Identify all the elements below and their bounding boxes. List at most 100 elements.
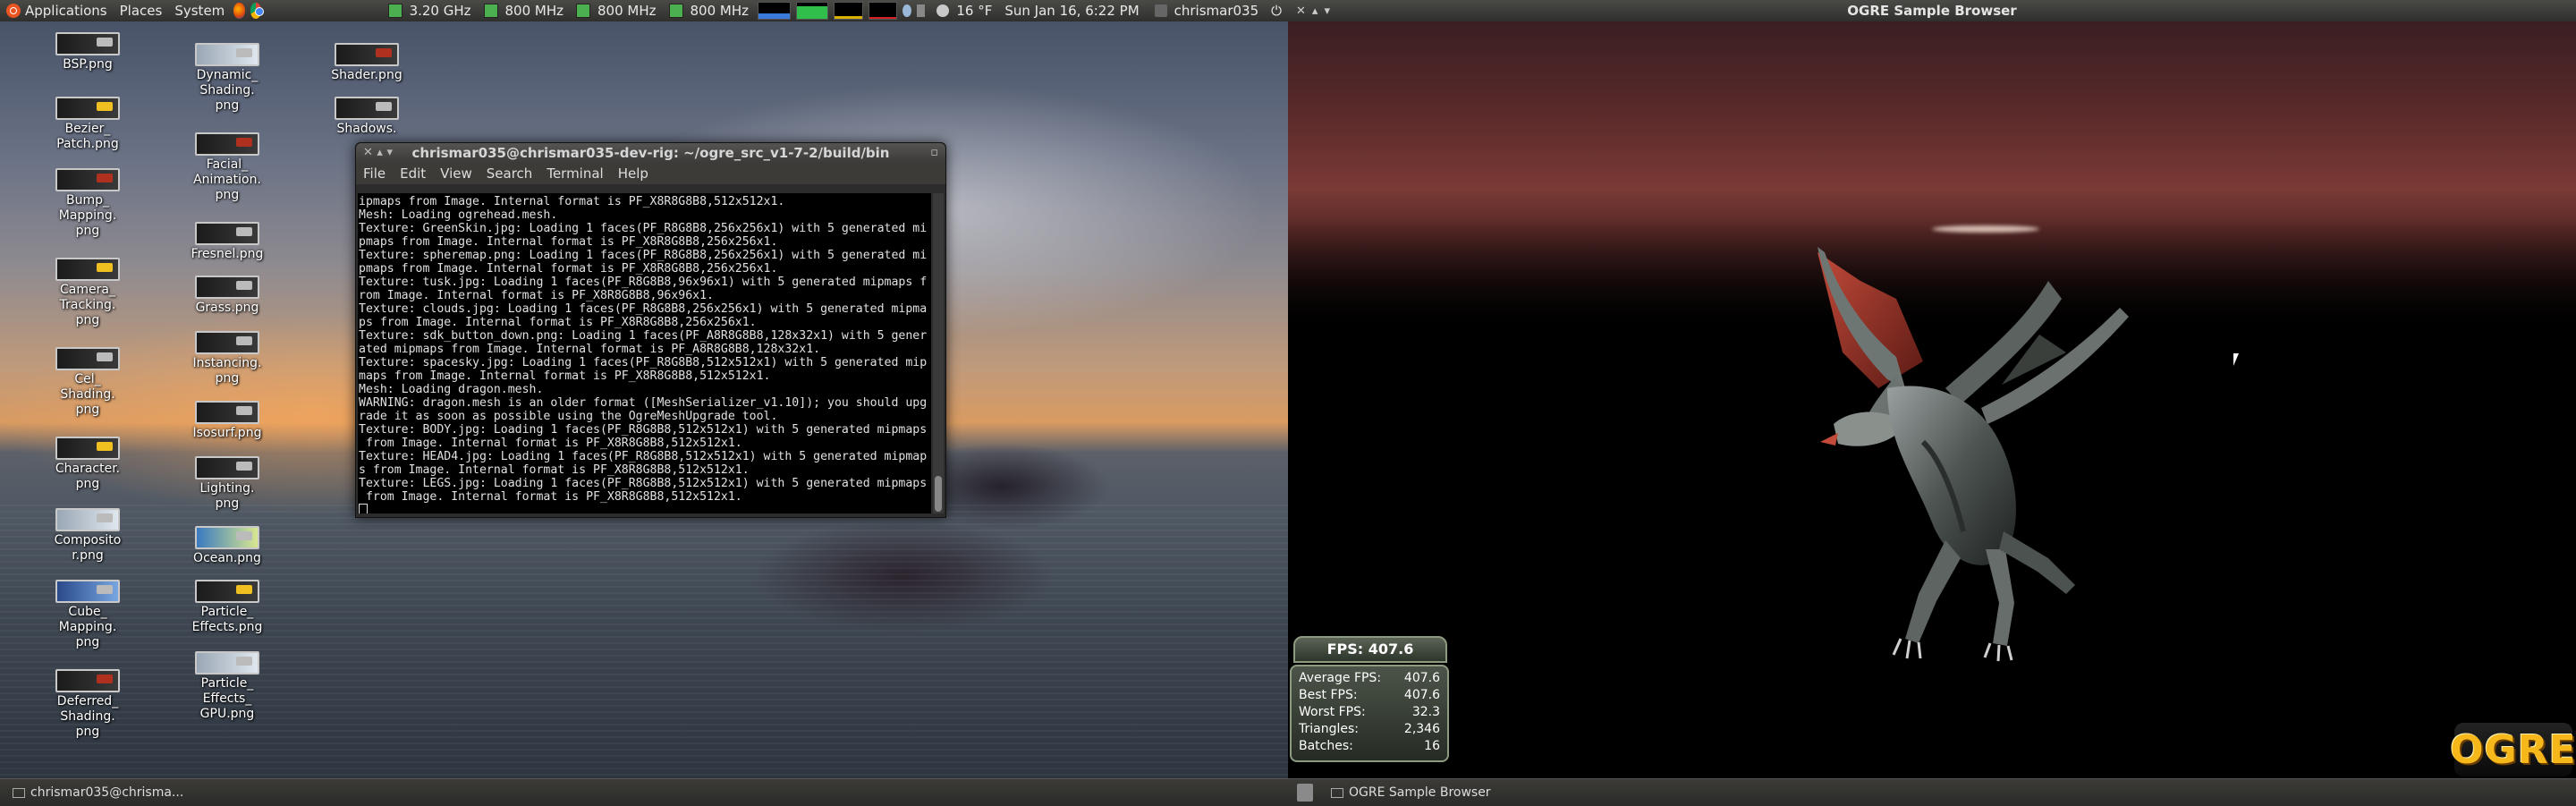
desktop-icon[interactable]: Deferred_ Shading. png — [43, 669, 132, 740]
icon-label: Isosurf.png — [192, 426, 262, 440]
desktop-icon[interactable]: Facial_ Animation. png — [182, 132, 272, 203]
desktop-icon[interactable]: Ocean.png — [182, 526, 272, 566]
desktop-icon[interactable]: Cel_ Shading. png — [43, 347, 132, 418]
desktop-icon[interactable]: Composito r.png — [43, 508, 132, 564]
desktop-icon[interactable]: Cube_ Mapping. png — [43, 580, 132, 650]
menu-help[interactable]: Help — [611, 165, 656, 182]
applications-menu[interactable]: Applications — [0, 3, 114, 19]
icon-label: Shader.png — [331, 68, 402, 82]
user-menu[interactable]: chrismar035 — [1146, 3, 1266, 19]
system-menu[interactable]: System — [168, 3, 231, 19]
desktop-icon[interactable]: Shader.png — [322, 43, 411, 83]
weather-icon — [936, 4, 950, 17]
stat-row: Average FPS: 407.6 — [1295, 670, 1444, 687]
cpu-load-graph[interactable] — [758, 2, 791, 20]
file-thumbnail-icon — [55, 669, 120, 692]
menu-view[interactable]: View — [433, 165, 479, 182]
desktop-icon[interactable]: Grass.png — [182, 276, 272, 316]
desktop-icon[interactable]: Dynamic_ Shading. png — [182, 43, 272, 114]
cpu-freq-label: 800 MHz — [597, 3, 657, 19]
cpu-freq-1[interactable]: 800 MHz — [478, 3, 571, 19]
terminal-scrollbar[interactable] — [933, 193, 944, 513]
desktop-icon[interactable]: Particle_ Effects.png — [182, 580, 272, 635]
cpu-freq-2[interactable]: 800 MHz — [570, 3, 663, 19]
clock[interactable]: Sun Jan 16, 6:22 PM — [998, 3, 1145, 19]
file-thumbnail-icon — [195, 526, 259, 549]
resize-grip-icon[interactable]: ▫ — [930, 143, 938, 163]
icon-label: Composito r.png — [54, 533, 122, 563]
chrome-launcher-icon[interactable] — [250, 3, 265, 19]
cpu-freq-3[interactable]: 800 MHz — [663, 3, 756, 19]
desktop-icon[interactable]: Shadows. — [322, 97, 411, 137]
desktop-icon[interactable]: Particle_ Effects_ GPU.png — [182, 651, 272, 722]
desktop-icon[interactable]: Character. png — [43, 437, 132, 492]
menu-terminal[interactable]: Terminal — [539, 165, 610, 182]
cpu-freq-icon — [668, 4, 683, 18]
icon-label: Deferred_ Shading. png — [56, 694, 119, 739]
weather-indicator[interactable]: 16 °F — [928, 3, 998, 19]
taskbar-terminal-button[interactable]: chrismar035@chrisma... — [5, 782, 191, 803]
file-thumbnail-icon — [55, 580, 120, 603]
icon-label: BSP.png — [63, 57, 113, 72]
file-thumbnail-icon — [55, 508, 120, 531]
icon-label: Instancing. png — [192, 356, 262, 386]
menu-file[interactable]: File — [356, 165, 393, 182]
stat-row: Triangles: 2,346 — [1295, 721, 1444, 738]
stat-row: Worst FPS: 32.3 — [1295, 704, 1444, 721]
icon-label: Lighting. png — [199, 481, 255, 511]
cpu-freq-label: 3.20 GHz — [409, 3, 471, 19]
icon-label: Cel_ Shading. png — [60, 372, 115, 417]
stat-label: Worst FPS: — [1299, 705, 1366, 719]
menu-edit[interactable]: Edit — [393, 165, 433, 182]
ogre-render-viewport[interactable] — [1288, 21, 2576, 778]
ogre-titlebar[interactable]: ✕ ▴ ▾ OGRE Sample Browser — [1288, 0, 2576, 21]
file-thumbnail-icon — [195, 222, 259, 245]
terminal-output[interactable]: ipmaps from Image. Internal format is PF… — [358, 193, 931, 513]
file-thumbnail-icon — [335, 43, 399, 66]
minimize-icon[interactable]: ▴ — [1312, 4, 1318, 18]
stat-label: Triangles: — [1299, 722, 1359, 736]
cpu-freq-icon — [387, 4, 402, 18]
close-icon[interactable]: ✕ — [1296, 4, 1306, 18]
terminal-text: ipmaps from Image. Internal format is PF… — [358, 193, 931, 513]
load-graph[interactable] — [868, 2, 898, 20]
desktop-icon[interactable]: Bezier_ Patch.png — [43, 97, 132, 152]
memory-graph[interactable] — [795, 2, 829, 20]
stat-row: Best FPS: 407.6 — [1295, 687, 1444, 704]
desktop-icon[interactable]: Camera_ Tracking. png — [43, 258, 132, 328]
icon-label: Cube_ Mapping. png — [58, 605, 117, 649]
window-controls[interactable]: ✕ ▴ ▾ — [363, 143, 393, 163]
mouse-pointer-icon — [2233, 353, 2239, 366]
file-thumbnail-icon — [55, 437, 120, 460]
stat-value: 407.6 — [1403, 688, 1440, 702]
fps-stats-overlay[interactable]: FPS: 407.6 Average FPS: 407.6 Best FPS: 40… — [1290, 636, 1461, 762]
desktop-icon[interactable]: Fresnel.png — [182, 222, 272, 262]
desktop-icon[interactable]: BSP.png — [43, 32, 132, 72]
desktop-icon[interactable]: Lighting. png — [182, 456, 272, 512]
icon-label: Fresnel.png — [191, 247, 264, 261]
desktop-icon[interactable]: Isosurf.png — [182, 401, 272, 441]
bottom-panel-right: OGRE Sample Browser — [1288, 778, 2576, 806]
firefox-launcher-icon[interactable] — [233, 3, 245, 19]
terminal-titlebar[interactable]: ✕ ▴ ▾ chrismar035@chrismar035-dev-rig: ~… — [356, 143, 945, 163]
icon-label: Facial_ Animation. png — [193, 157, 261, 202]
desktop-icon[interactable]: Bump_ Mapping. png — [43, 168, 132, 239]
icon-label: Shadows. — [336, 122, 397, 136]
power-icon[interactable]: ⏻ — [1265, 3, 1288, 19]
applications-menu-label: Applications — [25, 3, 107, 19]
menu-search[interactable]: Search — [479, 165, 540, 182]
trash-icon[interactable] — [1297, 784, 1313, 802]
taskbar-ogre-button[interactable]: OGRE Sample Browser — [1324, 782, 1498, 803]
network-graph[interactable] — [834, 2, 863, 20]
desktop-icon[interactable]: Instancing. png — [182, 331, 272, 386]
places-menu[interactable]: Places — [114, 3, 169, 19]
file-thumbnail-icon — [195, 43, 259, 66]
terminal-window[interactable]: ✕ ▴ ▾ chrismar035@chrismar035-dev-rig: ~… — [355, 142, 946, 518]
stat-value: 32.3 — [1411, 705, 1440, 719]
cpu-freq-0[interactable]: 3.20 GHz — [382, 3, 478, 19]
stat-row: Batches: 16 — [1295, 738, 1444, 755]
network-icon[interactable] — [902, 4, 911, 17]
volume-icon[interactable] — [916, 4, 926, 17]
file-thumbnail-icon — [195, 132, 259, 156]
maximize-icon[interactable]: ▾ — [1324, 4, 1330, 18]
